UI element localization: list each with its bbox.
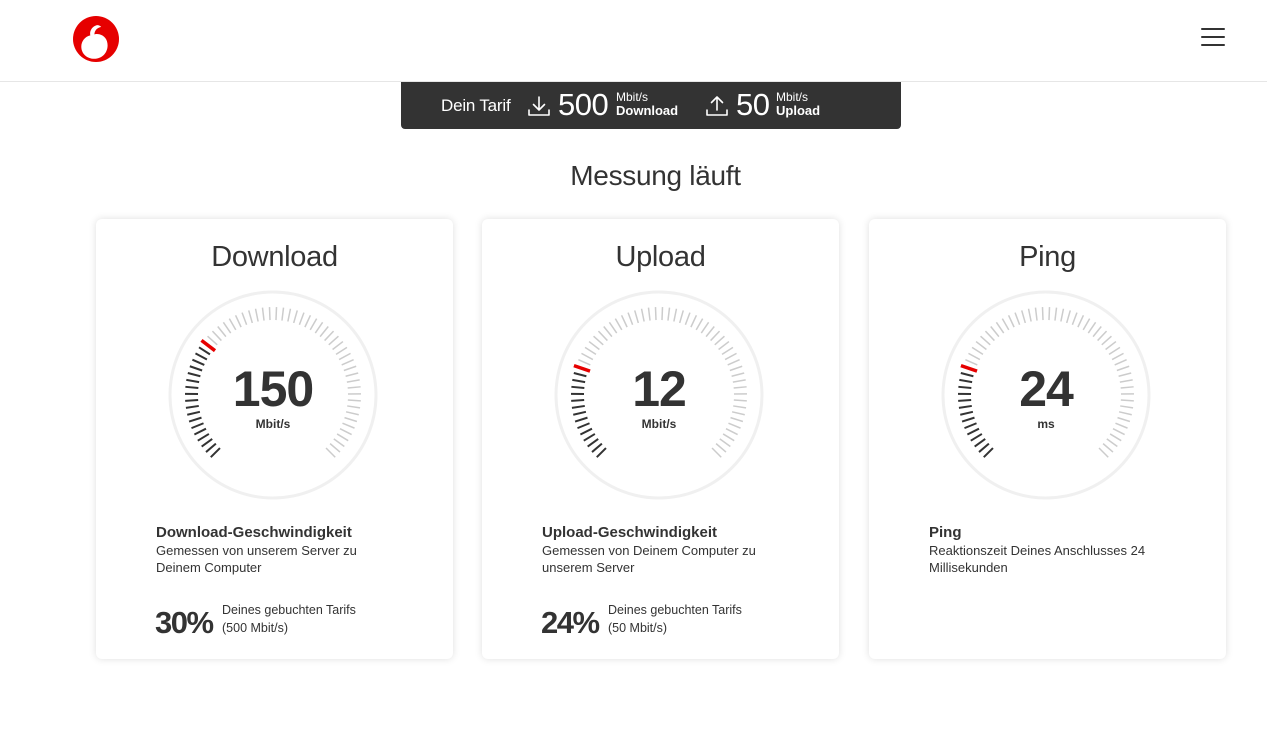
tariff-label: Dein Tarif	[441, 96, 511, 115]
page-title: Messung läuft	[570, 160, 741, 191]
gauge-tick	[1041, 307, 1044, 321]
description-text: Gemessen von Deinem Computer zu unserem …	[542, 543, 756, 575]
gauge-value: 150	[232, 361, 314, 417]
description-text: Reaktionszeit Deines Anschlusses 24 Mill…	[929, 543, 1146, 575]
gauge-value: 24	[1019, 361, 1074, 417]
tariff-download-label: Download	[616, 103, 679, 118]
menu-button[interactable]	[1199, 26, 1227, 48]
gauge-tick	[268, 307, 271, 321]
upload-card: Upload 12 Mbit/s Upload-Geschwindigkeit …	[482, 219, 839, 659]
hamburger-menu-icon	[1201, 44, 1225, 46]
hamburger-menu-icon	[1201, 36, 1225, 38]
percentage-text-line: Deines gebuchten Tarifs	[608, 603, 742, 617]
tariff-upload-unit: Mbit/s	[776, 90, 809, 104]
tariff-upload-label: Upload	[776, 103, 821, 118]
tariff-upload-value: 50	[736, 87, 770, 122]
gauge-tick	[654, 307, 657, 321]
gauge-tick	[275, 307, 278, 321]
gauge-unit: ms	[1037, 417, 1055, 431]
tariff-percentage-text: Deines gebuchten Tarifs (50 Mbit/s)	[608, 601, 742, 637]
hamburger-menu-icon	[1201, 28, 1225, 30]
upload-arrow-icon	[706, 96, 728, 116]
card-title: Download	[211, 241, 338, 273]
ping-card: Ping 24 ms Ping Reaktionszeit Deines Ans…	[869, 219, 1226, 659]
percentage-text-line: (500 Mbit/s)	[222, 621, 288, 635]
description-title: Upload-Geschwindigkeit	[542, 524, 718, 541]
tariff-percentage-text: Deines gebuchten Tarifs (500 Mbit/s)	[222, 601, 356, 637]
gauge-unit: Mbit/s	[641, 417, 677, 431]
tariff-percentage: 30%	[155, 605, 214, 640]
card-title: Upload	[615, 241, 706, 273]
percentage-text-line: (50 Mbit/s)	[608, 621, 668, 635]
tariff-download-unit: Mbit/s	[616, 90, 649, 104]
tariff-download-value: 500	[558, 87, 609, 122]
gauge-value: 12	[632, 361, 687, 417]
gauge-unit: Mbit/s	[255, 417, 291, 431]
gauge-tick	[661, 307, 664, 321]
site-header	[0, 0, 1267, 82]
vodafone-logo[interactable]	[73, 16, 119, 62]
gauge-tick	[1048, 307, 1051, 321]
download-arrow-icon	[528, 96, 550, 116]
card-title: Ping	[1019, 241, 1076, 273]
percentage-text-line: Deines gebuchten Tarifs	[222, 603, 356, 617]
download-card: Download 150 Mbit/s Download-Geschwindig…	[96, 219, 453, 659]
tariff-percentage: 24%	[541, 605, 600, 640]
description-title: Download-Geschwindigkeit	[156, 524, 352, 541]
tariff-bar: Dein Tarif 500 Mbit/s Download 50 Mbit/s…	[401, 82, 901, 129]
description-text: Gemessen von unserem Server zu Deinem Co…	[156, 543, 357, 575]
description-title: Ping	[929, 524, 962, 541]
